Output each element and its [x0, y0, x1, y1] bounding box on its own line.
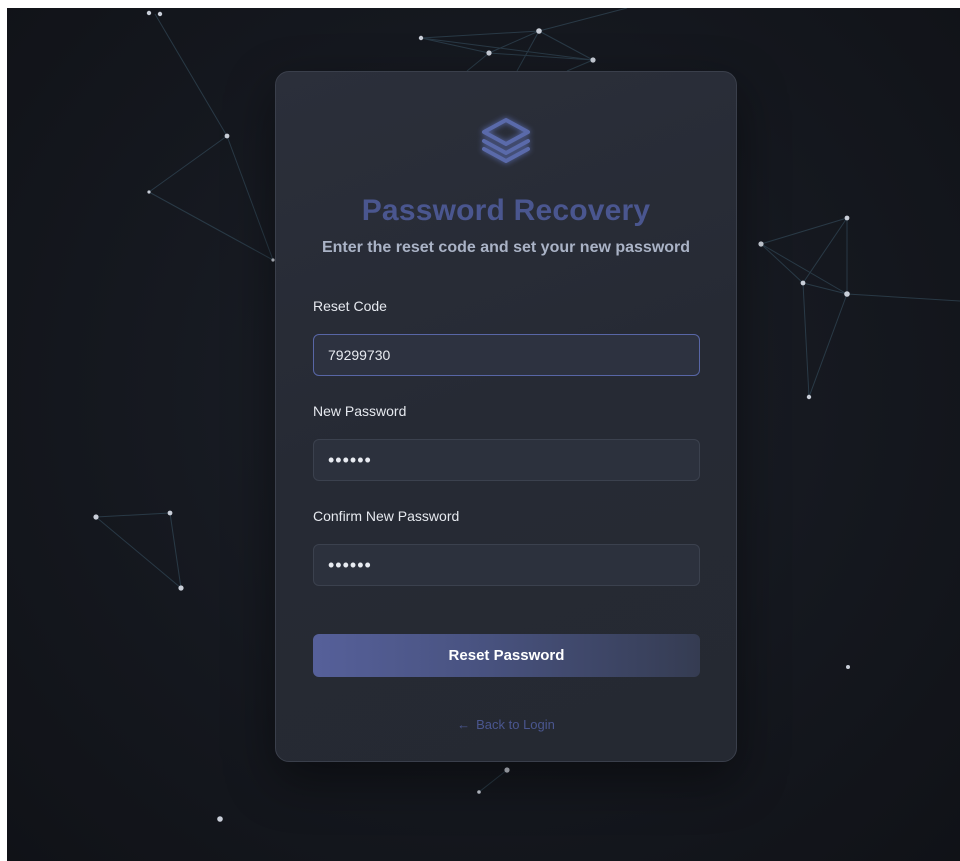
back-to-login-label: Back to Login	[476, 717, 555, 732]
arrow-left-icon: ←	[457, 717, 471, 732]
new-password-input[interactable]	[313, 439, 700, 481]
page-subtitle: Enter the reset code and set your new pa…	[321, 239, 691, 256]
layers-icon	[482, 118, 530, 163]
page-background: Password Recovery Enter the reset code a…	[7, 8, 960, 861]
new-password-label: New Password	[313, 403, 407, 419]
reset-password-button[interactable]: Reset Password	[313, 634, 700, 677]
reset-code-input[interactable]	[313, 334, 700, 376]
confirm-password-input[interactable]	[313, 544, 700, 586]
reset-code-label: Reset Code	[313, 298, 387, 314]
confirm-password-label: Confirm New Password	[313, 508, 460, 524]
page-title: Password Recovery	[361, 194, 651, 227]
password-recovery-card: Password Recovery Enter the reset code a…	[275, 71, 737, 762]
back-to-login-link[interactable]: ← Back to Login	[276, 717, 736, 732]
